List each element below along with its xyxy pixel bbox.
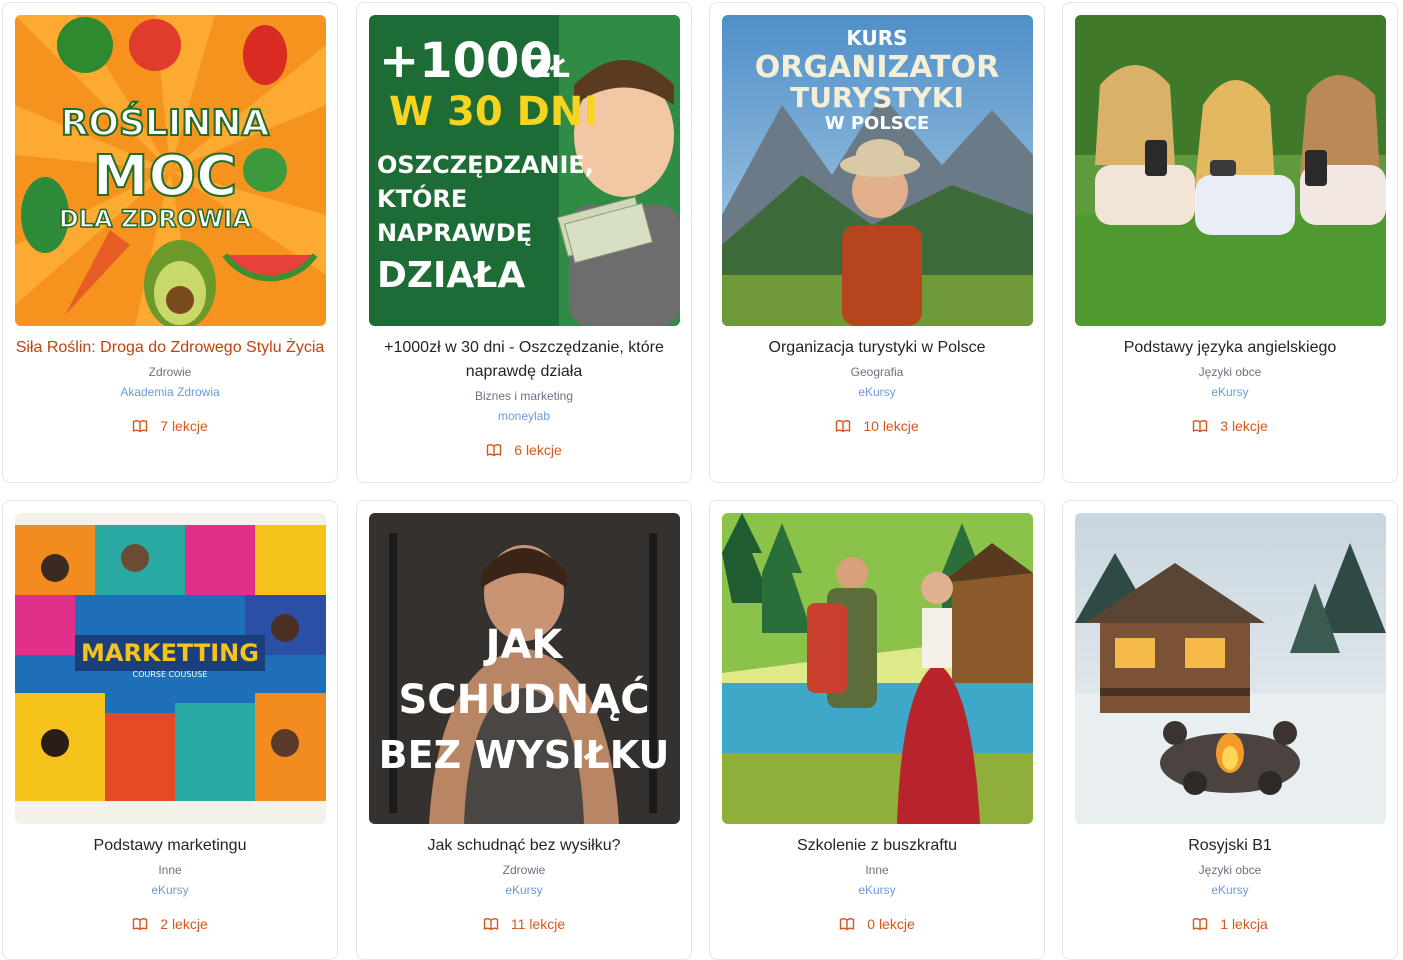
lessons-count: 2 lekcje [11, 914, 329, 934]
svg-text:ZŁ: ZŁ [529, 50, 570, 85]
svg-text:+1000: +1000 [379, 33, 553, 89]
course-card[interactable]: JAK SCHUDNĄĆ BEZ WYSIŁKU Jak schudnąć be… [356, 500, 692, 960]
lessons-count: 7 lekcje [11, 416, 329, 436]
course-image[interactable] [1075, 15, 1386, 326]
course-card[interactable]: Podstawy języka angielskiego Języki obce… [1062, 2, 1398, 483]
lessons-label: 10 lekcje [863, 418, 919, 434]
svg-text:W POLSCE: W POLSCE [825, 113, 930, 134]
book-open-icon [486, 442, 502, 458]
course-author-link[interactable]: eKursy [1071, 882, 1389, 898]
course-image[interactable]: ROŚLINNA MOC DLA ZDROWIA [15, 15, 326, 326]
course-title[interactable]: Siła Roślin: Droga do Zdrowego Stylu Życ… [11, 336, 329, 360]
svg-text:BEZ WYSIŁKU: BEZ WYSIŁKU [379, 733, 670, 777]
course-author-link[interactable]: eKursy [11, 882, 329, 898]
svg-text:ORGANIZATOR: ORGANIZATOR [755, 50, 999, 85]
lessons-label: 1 lekcja [1220, 916, 1268, 932]
course-title[interactable]: Szkolenie z buszkraftu [718, 834, 1036, 858]
svg-text:MARKETTING: MARKETTING [81, 639, 259, 667]
course-title[interactable]: Rosyjski B1 [1071, 834, 1389, 858]
lessons-label: 3 lekcje [1220, 418, 1268, 434]
course-image[interactable]: JAK SCHUDNĄĆ BEZ WYSIŁKU [369, 513, 680, 824]
course-category: Geografia [850, 365, 904, 379]
svg-text:MOC: MOC [93, 144, 237, 209]
lessons-label: 2 lekcje [160, 916, 208, 932]
svg-text:KURS: KURS [846, 26, 907, 50]
course-category: Zdrowie [502, 863, 546, 877]
lessons-count: 0 lekcje [718, 914, 1036, 934]
course-image[interactable]: KURS ORGANIZATOR TURYSTYKI W POLSCE [722, 15, 1033, 326]
course-category: Biznes i marketing [474, 389, 574, 403]
course-title[interactable]: +1000zł w 30 dni - Oszczędzanie, które n… [365, 336, 683, 384]
course-card[interactable]: Rosyjski B1 Języki obce eKursy 1 lekcja [1062, 500, 1398, 960]
book-open-icon [1192, 916, 1208, 932]
lessons-label: 0 lekcje [867, 916, 915, 932]
lessons-label: 11 lekcje [510, 916, 566, 932]
book-open-icon [132, 916, 148, 932]
book-open-icon [1192, 418, 1208, 434]
lessons-count: 10 lekcje [718, 416, 1036, 436]
course-author-link[interactable]: Akademia Zdrowia [11, 384, 329, 400]
book-open-icon [839, 916, 855, 932]
course-category: Języki obce [1198, 365, 1262, 379]
svg-text:OSZCZĘDZANIE,: OSZCZĘDZANIE, [377, 151, 594, 179]
lessons-count: 6 lekcje [365, 440, 683, 460]
course-author-link[interactable]: eKursy [718, 384, 1036, 400]
course-image[interactable] [1075, 513, 1386, 824]
course-card[interactable]: Szkolenie z buszkraftu Inne eKursy 0 lek… [709, 500, 1045, 960]
course-title[interactable]: Podstawy marketingu [11, 834, 329, 858]
svg-text:KTÓRE: KTÓRE [377, 183, 467, 213]
course-card[interactable]: ROŚLINNA MOC DLA ZDROWIA Siła Roślin: Dr… [2, 2, 338, 483]
course-category: Języki obce [1198, 863, 1262, 877]
svg-text:SCHUDNĄĆ: SCHUDNĄĆ [398, 675, 649, 723]
svg-text:TURYSTYKI: TURYSTYKI [790, 81, 964, 114]
book-open-icon [835, 418, 851, 434]
svg-text:DZIAŁA: DZIAŁA [377, 255, 525, 296]
course-category: Inne [865, 863, 889, 877]
course-title[interactable]: Jak schudnąć bez wysiłku? [365, 834, 683, 858]
course-image[interactable]: +1000 ZŁ W 30 DNI OSZCZĘDZANIE, KTÓRE NA… [369, 15, 680, 326]
svg-text:JAK: JAK [483, 622, 565, 668]
svg-text:NAPRAWDĘ: NAPRAWDĘ [377, 219, 532, 247]
course-title[interactable]: Organizacja turystyki w Polsce [718, 336, 1036, 360]
course-card[interactable]: KURS ORGANIZATOR TURYSTYKI W POLSCE Orga… [709, 2, 1045, 483]
course-card[interactable]: +1000 ZŁ W 30 DNI OSZCZĘDZANIE, KTÓRE NA… [356, 2, 692, 483]
book-open-icon [483, 916, 499, 932]
course-image[interactable]: MARKETTING COURSE COUSUSE [15, 513, 326, 824]
course-category: Zdrowie [148, 365, 192, 379]
course-image[interactable] [722, 513, 1033, 824]
lessons-label: 7 lekcje [160, 418, 208, 434]
svg-text:COURSE COUSUSE: COURSE COUSUSE [133, 670, 208, 679]
lessons-label: 6 lekcje [514, 442, 562, 458]
svg-text:W 30 DNI: W 30 DNI [389, 89, 598, 135]
course-title[interactable]: Podstawy języka angielskiego [1071, 336, 1389, 360]
lessons-count: 3 lekcje [1071, 416, 1389, 436]
course-author-link[interactable]: moneylab [365, 408, 683, 424]
course-author-link[interactable]: eKursy [365, 882, 683, 898]
course-category: Inne [158, 863, 182, 877]
course-author-link[interactable]: eKursy [718, 882, 1036, 898]
course-author-link[interactable]: eKursy [1071, 384, 1389, 400]
course-card[interactable]: MARKETTING COURSE COUSUSE Podstawy marke… [2, 500, 338, 960]
lessons-count: 11 lekcje [365, 914, 683, 934]
svg-text:DLA ZDROWIA: DLA ZDROWIA [59, 205, 252, 233]
svg-text:ROŚLINNA: ROŚLINNA [61, 102, 270, 144]
lessons-count: 1 lekcja [1071, 914, 1389, 934]
book-open-icon [132, 418, 148, 434]
